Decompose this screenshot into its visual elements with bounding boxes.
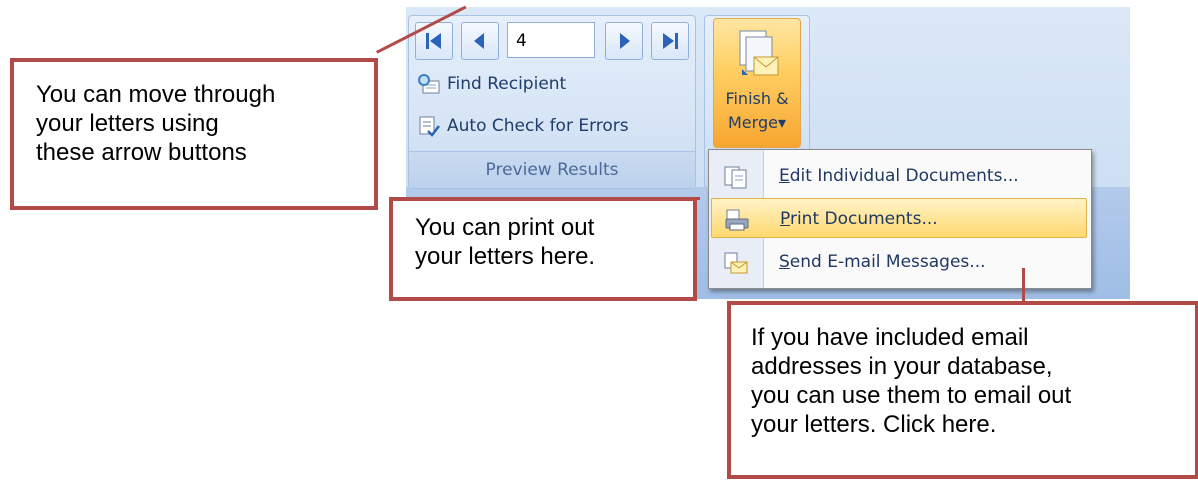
accelerator-key: P	[780, 209, 790, 229]
callout-line: your letters here.	[415, 243, 596, 270]
callout-line: addresses in your database,	[751, 353, 1053, 380]
label-rest: end E-mail Messages...	[789, 252, 986, 272]
navigate-callout: You can move through your letters using …	[10, 58, 378, 210]
find-recipient-label: Find Recipient	[447, 74, 567, 94]
callout-line: your letters. Click here.	[751, 411, 997, 438]
printer-icon	[724, 207, 750, 231]
auto-check-errors-button[interactable]: Auto Check for Errors	[417, 110, 629, 142]
previous-record-icon	[474, 33, 484, 49]
callout-line: You can move through	[36, 81, 276, 108]
callout-line: your letters using	[36, 110, 219, 137]
auto-check-errors-icon	[417, 114, 441, 138]
auto-check-errors-label: Auto Check for Errors	[447, 116, 629, 136]
menu-item-label: Send E-mail Messages...	[779, 242, 986, 282]
finish-and-merge-label-line2: Merge▾	[714, 113, 800, 132]
email-callout-leader	[1022, 268, 1025, 304]
label-rest: dit Individual Documents...	[789, 166, 1019, 186]
find-recipient-icon	[417, 72, 441, 96]
previous-record-button[interactable]	[461, 22, 499, 60]
label-rest: rint Documents...	[789, 209, 938, 229]
chevron-down-icon: ▾	[777, 113, 786, 132]
menu-item-label: Print Documents...	[780, 199, 938, 239]
email-callout: If you have included email addresses in …	[727, 301, 1198, 479]
find-recipient-button[interactable]: Find Recipient	[417, 68, 566, 100]
callout-line: If you have included email	[751, 324, 1029, 351]
menu-item-edit-individual-documents[interactable]: Edit Individual Documents...	[711, 156, 1087, 196]
menu-item-send-email-messages[interactable]: Send E-mail Messages...	[711, 242, 1087, 282]
record-number-field[interactable]: 4	[507, 22, 595, 58]
merge-label: Merge	[728, 113, 778, 132]
next-record-button[interactable]	[605, 22, 643, 60]
callout-line: you can use them to email out	[751, 382, 1072, 409]
next-record-icon	[620, 33, 630, 49]
menu-item-label: Edit Individual Documents...	[779, 156, 1019, 196]
email-icon	[723, 250, 749, 274]
last-record-icon	[663, 33, 678, 49]
edit-documents-icon	[723, 164, 749, 189]
print-callout: You can print out your letters here.	[389, 197, 697, 301]
finish-and-merge-button[interactable]: Finish & Merge▾	[713, 18, 801, 148]
finish-and-merge-icon	[736, 29, 780, 83]
first-record-icon	[426, 33, 441, 49]
callout-line: these arrow buttons	[36, 139, 247, 166]
last-record-button[interactable]	[651, 22, 689, 60]
accelerator-key: E	[779, 166, 790, 186]
preview-results-group: 4 Find Recipient Auto Check for Errors P…	[408, 15, 696, 189]
accelerator-key: S	[779, 252, 790, 272]
finish-merge-dropdown-menu: Edit Individual Documents... Print Docum…	[708, 149, 1092, 289]
menu-item-print-documents[interactable]: Print Documents...	[711, 198, 1087, 238]
callout-line: You can print out	[415, 214, 595, 241]
finish-and-merge-label-line1: Finish &	[725, 89, 789, 108]
preview-results-group-label: Preview Results	[409, 151, 695, 188]
